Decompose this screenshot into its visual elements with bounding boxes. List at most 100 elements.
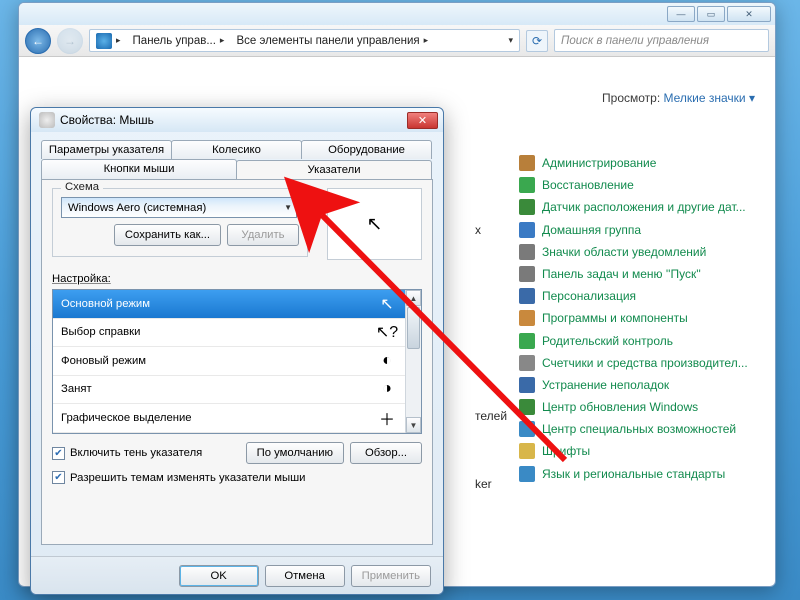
control-panel-item[interactable]: Администрирование [519, 155, 776, 171]
cp-item-link[interactable]: Родительский контроль [542, 334, 673, 348]
cp-item-link[interactable]: Центр специальных возможностей [542, 422, 736, 436]
cp-item-link[interactable]: Программы и компоненты [542, 311, 688, 325]
control-panel-item[interactable]: Программы и компоненты [519, 310, 776, 326]
breadcrumb[interactable]: Все элементы панели управления [236, 35, 419, 47]
list-item-label: Основной режим [61, 298, 150, 310]
scroll-down-icon[interactable]: ▼ [406, 417, 421, 433]
control-panel-item[interactable]: Домашняя группа [519, 222, 776, 238]
control-panel-item[interactable]: Центр обновления Windows [519, 399, 776, 415]
cp-item-link[interactable]: Шрифты [542, 444, 590, 458]
cp-item-link[interactable]: Персонализация [542, 289, 636, 303]
cp-item-icon [519, 266, 535, 282]
control-panel-item[interactable]: Шрифты [519, 443, 776, 459]
control-panel-item[interactable]: Счетчики и средства производител... [519, 355, 776, 371]
ok-button[interactable]: OK [179, 565, 259, 587]
cp-item-link[interactable]: Счетчики и средства производител... [542, 356, 748, 370]
partially-hidden-text: ker [475, 477, 492, 491]
list-item-label: Выбор справки [61, 326, 140, 338]
control-panel-item[interactable]: Восстановление [519, 177, 776, 193]
cp-item-link[interactable]: Значки области уведомлений [542, 245, 706, 259]
cp-item-icon [519, 399, 535, 415]
cp-item-link[interactable]: Восстановление [542, 178, 634, 192]
close-button[interactable]: ✕ [727, 6, 771, 22]
cp-item-icon [519, 421, 535, 437]
cp-item-icon [519, 310, 535, 326]
dialog-titlebar: Свойства: Мышь ✕ [31, 108, 443, 132]
cp-item-icon [519, 443, 535, 459]
scheme-value: Windows Aero (системная) [68, 202, 206, 214]
cursor-icon: ↖? [375, 320, 399, 344]
cursor-list-item[interactable]: Фоновый режим◐ [53, 347, 405, 376]
dialog-title: Свойства: Мышь [60, 113, 154, 127]
control-panel-item[interactable]: Язык и региональные стандарты [519, 466, 776, 482]
tab-pointer-options[interactable]: Параметры указателя [41, 140, 172, 159]
cp-item-link[interactable]: Панель задач и меню ''Пуск'' [542, 267, 701, 281]
apply-button: Применить [351, 565, 431, 587]
dialog-footer: OK Отмена Применить [31, 556, 443, 594]
cursor-list-item[interactable]: Занят◑ [53, 376, 405, 405]
cursor-list-items: Основной режим↖ Выбор справки ↖? Фоновый ре… [53, 290, 405, 433]
checkbox-icon: ✔ [52, 471, 65, 484]
minimize-button[interactable]: — [667, 6, 695, 22]
control-panel-item[interactable]: Центр специальных возможностей [519, 421, 776, 437]
browse-button[interactable]: Обзор... [350, 442, 422, 464]
maximize-button[interactable]: ▭ [697, 6, 725, 22]
tab-wheel[interactable]: Колесико [171, 140, 302, 159]
tab-pane-pointers: ↖ Схема Windows Aero (системная) ▼ Сохра… [41, 179, 433, 545]
scroll-up-icon[interactable]: ▲ [406, 290, 421, 306]
cursor-icon: ＋ [375, 406, 399, 430]
cp-item-icon [519, 199, 535, 215]
cursor-icon: ◐ [375, 349, 399, 373]
scheme-select[interactable]: Windows Aero (системная) ▼ [61, 197, 297, 218]
tab-hardware[interactable]: Оборудование [301, 140, 432, 159]
control-panel-item[interactable]: Датчик расположения и другие дат... [519, 199, 776, 215]
cp-item-link[interactable]: Домашняя группа [542, 223, 641, 237]
list-item-label: Занят [61, 383, 92, 395]
address-bar[interactable]: ▸ Панель управ...▸ Все элементы панели у… [89, 29, 520, 52]
cp-item-link[interactable]: Датчик расположения и другие дат... [542, 200, 746, 214]
control-panel-item[interactable]: Персонализация [519, 288, 776, 304]
control-panel-item[interactable]: Устранение неполадок [519, 377, 776, 393]
refresh-button[interactable]: ⟳ [526, 30, 548, 52]
nav-forward-icon[interactable]: → [57, 28, 83, 54]
control-panel-list: Администрирование Восстановление Датчик ра… [519, 155, 776, 482]
cursor-list-item[interactable]: Графическое выделение＋ [53, 404, 405, 433]
defaults-button[interactable]: По умолчанию [246, 442, 344, 464]
tab-buttons[interactable]: Кнопки мыши [41, 159, 237, 179]
partially-hidden-text: х [475, 223, 481, 237]
search-input[interactable]: Поиск в панели управления [554, 29, 769, 52]
explorer-titlebar: — ▭ ✕ [19, 3, 775, 25]
cp-item-icon [519, 333, 535, 349]
cp-item-link[interactable]: Устранение неполадок [542, 378, 669, 392]
scrollbar[interactable]: ▲ ▼ [405, 290, 421, 433]
view-options: Просмотр: Мелкие значки ▾ [602, 91, 755, 105]
tab-pointers[interactable]: Указатели [236, 160, 432, 180]
breadcrumb[interactable]: Панель управ... [133, 35, 216, 47]
dialog-close-button[interactable]: ✕ [407, 112, 438, 129]
cursor-listbox[interactable]: Основной режим↖ Выбор справки ↖? Фоновый ре… [52, 289, 422, 434]
checkbox-icon: ✔ [52, 447, 65, 460]
checkbox-enable-shadow[interactable]: ✔ Включить тень указателя [52, 447, 202, 460]
chevron-down-icon[interactable]: ▾ [502, 35, 519, 46]
cursor-list-item[interactable]: Основной режим↖ [53, 290, 405, 319]
nav-back-icon[interactable]: ← [25, 28, 51, 54]
cancel-button[interactable]: Отмена [265, 565, 345, 587]
cp-icon [96, 33, 112, 49]
save-as-button[interactable]: Сохранить как... [114, 224, 221, 246]
control-panel-item[interactable]: Панель задач и меню ''Пуск'' [519, 266, 776, 282]
cp-item-link[interactable]: Центр обновления Windows [542, 400, 698, 414]
control-panel-item[interactable]: Значки области уведомлений [519, 244, 776, 260]
cp-item-link[interactable]: Администрирование [542, 156, 656, 170]
cp-item-icon [519, 222, 535, 238]
cursor-list-item[interactable]: Выбор справки ↖? [53, 319, 405, 348]
partially-hidden-text: телей [475, 409, 507, 423]
control-panel-item[interactable]: Родительский контроль [519, 333, 776, 349]
view-value-link[interactable]: Мелкие значки ▾ [664, 91, 755, 105]
cp-item-link[interactable]: Язык и региональные стандарты [542, 467, 725, 481]
cursor-arrow-icon: ↖ [367, 213, 383, 236]
cp-item-icon [519, 288, 535, 304]
cp-item-icon [519, 355, 535, 371]
checkbox-allow-themes[interactable]: ✔ Разрешить темам изменять указатели мыш… [52, 471, 422, 484]
scroll-thumb[interactable] [407, 307, 420, 349]
view-label: Просмотр: [602, 91, 660, 105]
